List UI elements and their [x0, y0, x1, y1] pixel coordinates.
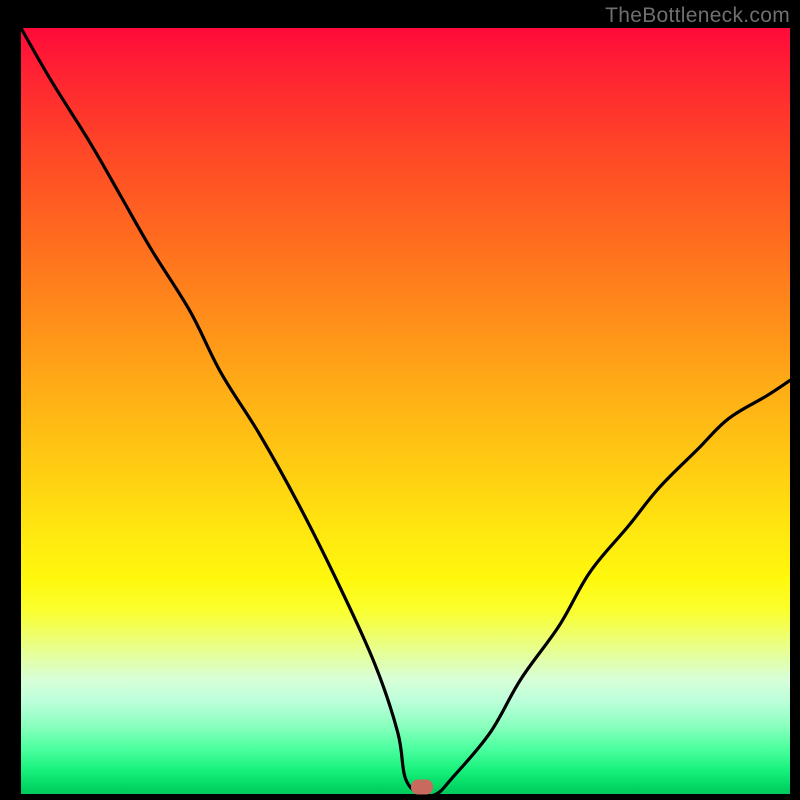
chart-container: TheBottleneck.com [0, 0, 800, 800]
watermark-text: TheBottleneck.com [605, 4, 790, 28]
optimal-point-marker [411, 780, 433, 795]
gradient-background [21, 28, 790, 794]
